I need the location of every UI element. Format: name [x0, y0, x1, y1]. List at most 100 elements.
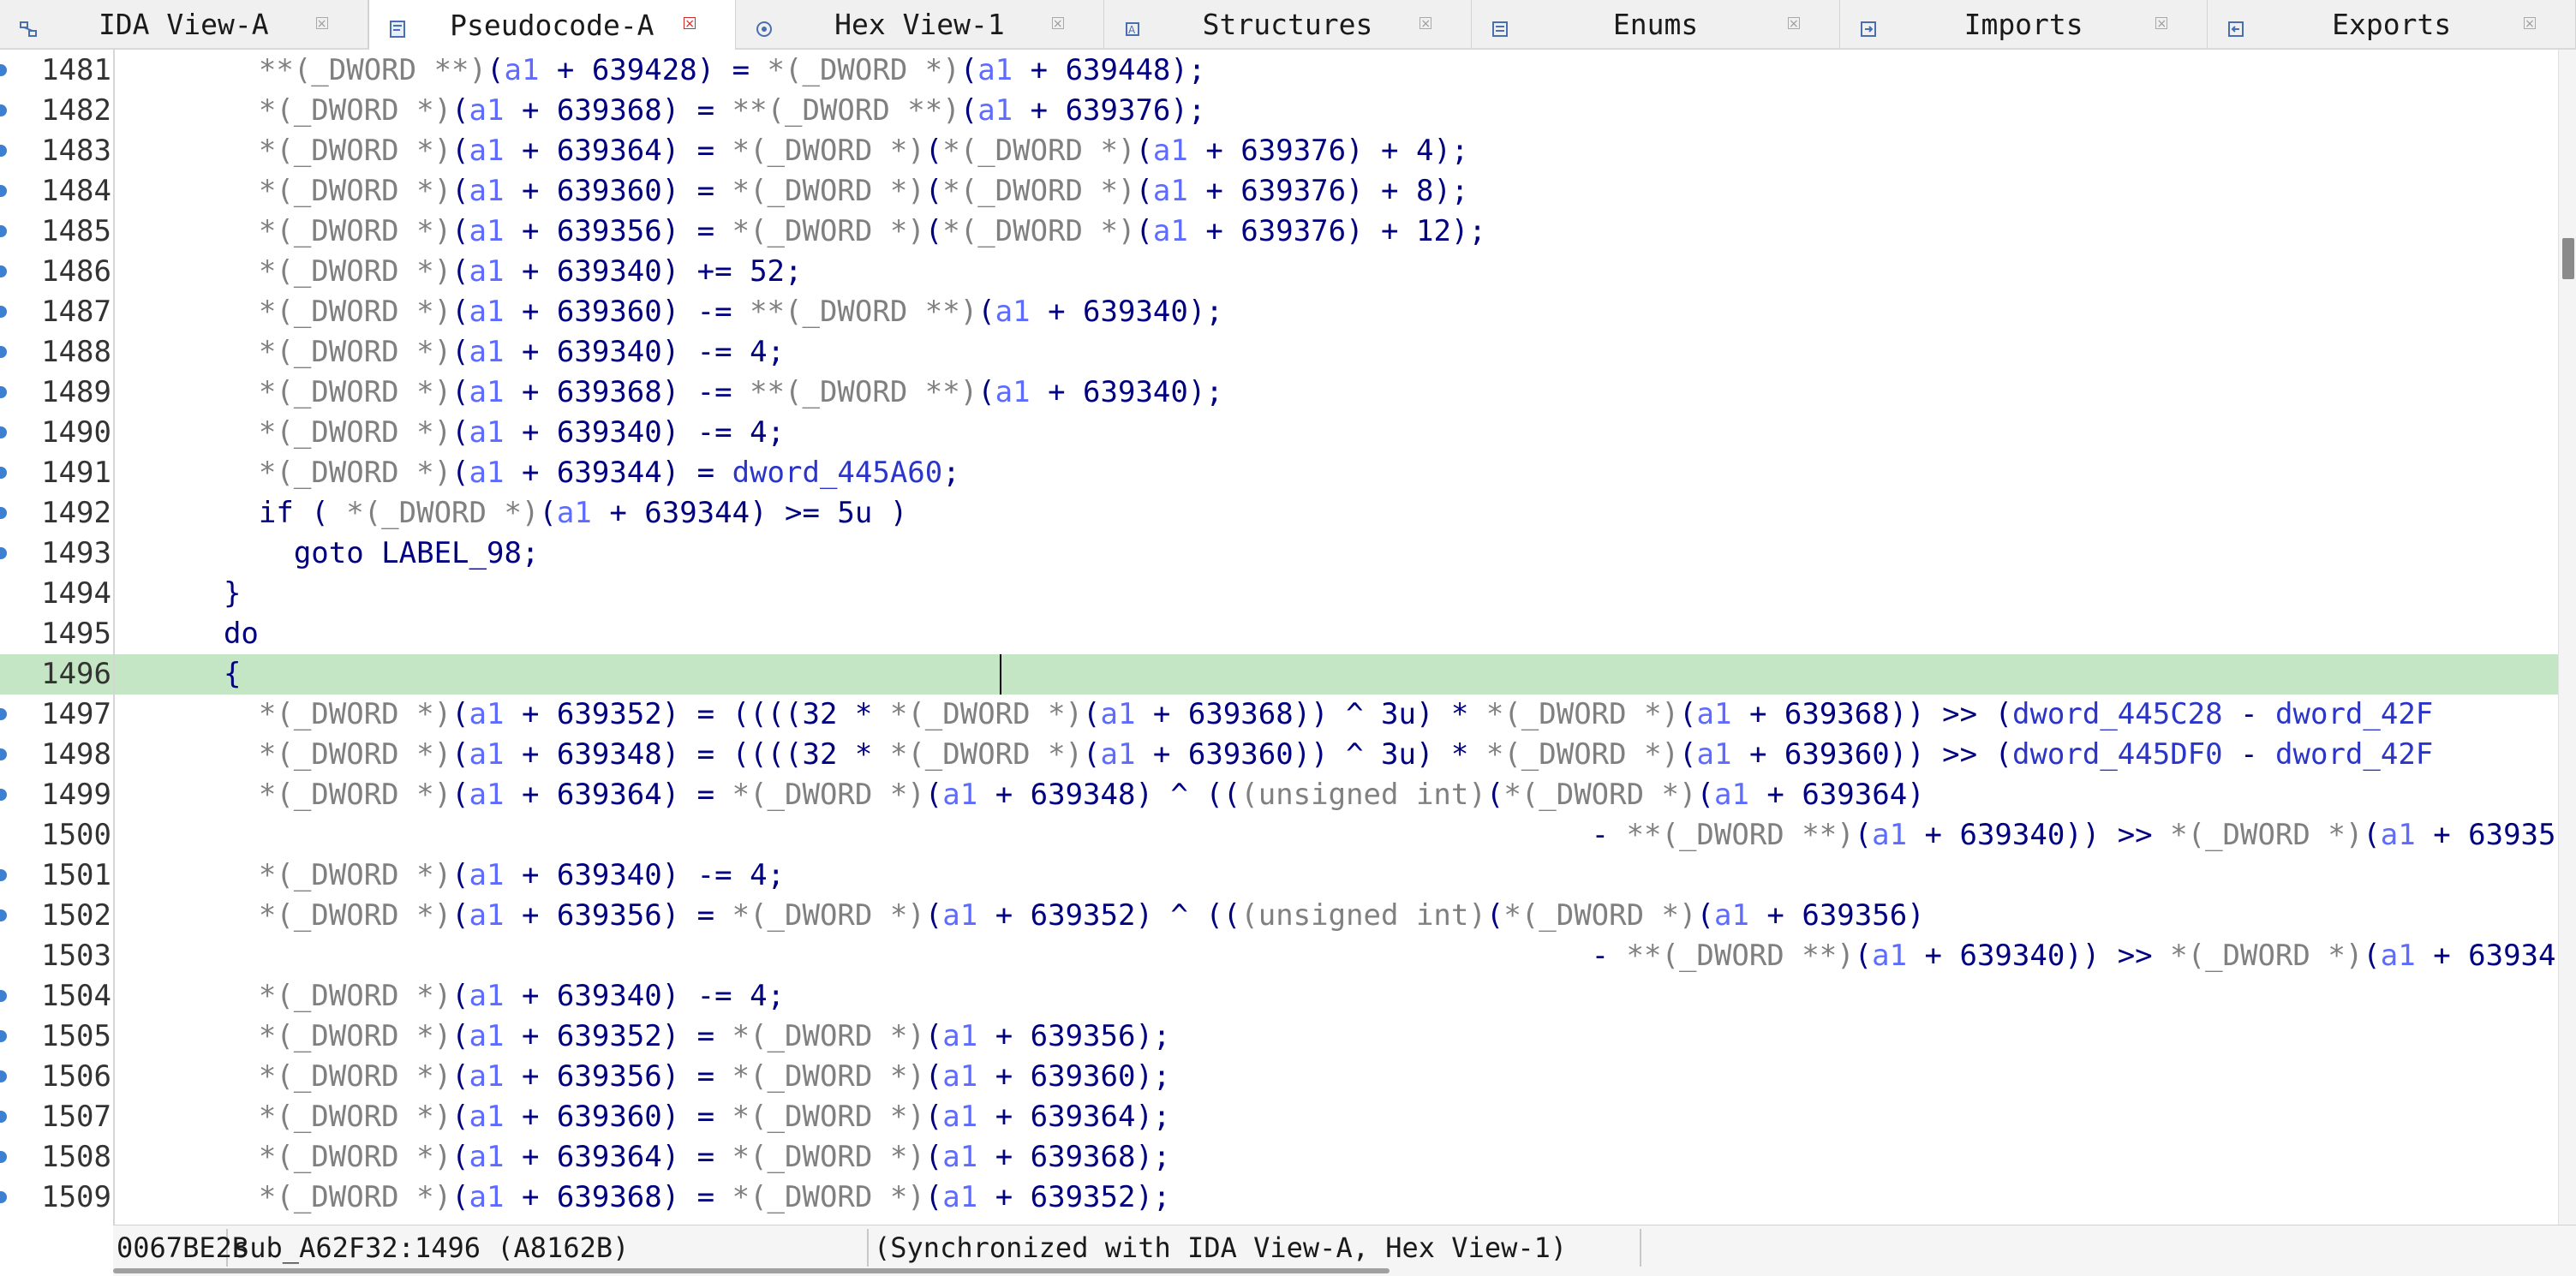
close-tab-icon[interactable]: × — [315, 17, 328, 30]
breakpoint-marker-icon[interactable] — [0, 507, 7, 519]
breakpoint-marker-icon[interactable] — [0, 1151, 7, 1163]
code-line[interactable]: 1502 *(_DWORD *)(a1 + 639356) = *(_DWORD… — [0, 896, 2558, 936]
code-line[interactable]: 1501 *(_DWORD *)(a1 + 639340) -= 4; — [0, 856, 2558, 896]
line-number: 1497 — [41, 697, 111, 731]
code-text: - **(_DWORD **)(a1 + 639340)) >> *(_DWOR… — [188, 818, 2556, 852]
enums-icon — [1491, 12, 1509, 37]
line-number: 1504 — [41, 979, 111, 1013]
line-number: 1481 — [41, 53, 111, 87]
code-line[interactable]: 1487 *(_DWORD *)(a1 + 639360) -= **(_DWO… — [0, 292, 2558, 332]
code-line[interactable]: 1491 *(_DWORD *)(a1 + 639344) = dword_44… — [0, 453, 2558, 493]
breakpoint-marker-icon[interactable] — [0, 467, 7, 479]
tab-label: Imports — [1963, 7, 2083, 41]
code-line[interactable]: 1497 *(_DWORD *)(a1 + 639352) = ((((32 *… — [0, 695, 2558, 735]
vertical-scrollbar-thumb[interactable] — [2562, 238, 2574, 279]
breakpoint-marker-icon[interactable] — [0, 748, 7, 760]
code-line[interactable]: 1499 *(_DWORD *)(a1 + 639364) = *(_DWORD… — [0, 775, 2558, 815]
code-line[interactable]: 1484 *(_DWORD *)(a1 + 639360) = *(_DWORD… — [0, 171, 2558, 212]
horizontal-scrollbar-thumb[interactable] — [113, 1268, 1390, 1273]
view-tab-bar: IDA View-A × Pseudocode-A × Hex View-1 × A Stru… — [0, 0, 2576, 50]
code-text: *(_DWORD *)(a1 + 639360) -= **(_DWORD **… — [258, 295, 1223, 329]
status-address: 0067BE2B — [113, 1229, 248, 1267]
breakpoint-marker-icon[interactable] — [0, 909, 7, 921]
breakpoint-marker-icon[interactable] — [0, 145, 7, 157]
close-tab-icon[interactable]: × — [2155, 17, 2168, 30]
line-number: 1499 — [41, 778, 111, 812]
line-number: 1500 — [41, 818, 111, 852]
breakpoint-marker-icon[interactable] — [0, 346, 7, 358]
code-line[interactable]: 1493 goto LABEL_98; — [0, 534, 2558, 574]
code-line[interactable]: 1498 *(_DWORD *)(a1 + 639348) = ((((32 *… — [0, 735, 2558, 775]
tab-hex-view-1[interactable]: Hex View-1 × — [736, 0, 1104, 48]
code-line[interactable]: 1507 *(_DWORD *)(a1 + 639360) = *(_DWORD… — [0, 1097, 2558, 1137]
code-line[interactable]: 1505 *(_DWORD *)(a1 + 639352) = *(_DWORD… — [0, 1017, 2558, 1057]
code-line[interactable]: 1488 *(_DWORD *)(a1 + 639340) -= 4; — [0, 332, 2558, 373]
line-number: 1502 — [41, 898, 111, 933]
code-line[interactable]: 1482 *(_DWORD *)(a1 + 639368) = **(_DWOR… — [0, 91, 2558, 131]
tab-imports[interactable]: Imports × — [1840, 0, 2208, 48]
tab-structures[interactable]: A Structures × — [1104, 0, 1473, 48]
line-number: 1487 — [41, 295, 111, 329]
breakpoint-marker-icon[interactable] — [0, 869, 7, 881]
code-text: *(_DWORD *)(a1 + 639364) = *(_DWORD *)(a… — [258, 1140, 1171, 1174]
code-line[interactable]: 1492 if ( *(_DWORD *)(a1 + 639344) >= 5u… — [0, 493, 2558, 534]
tab-enums[interactable]: Enums × — [1472, 0, 1840, 48]
code-line[interactable]: 1494 } — [0, 574, 2558, 614]
tab-pseudocode-a[interactable]: Pseudocode-A × — [368, 0, 737, 50]
breakpoint-marker-icon[interactable] — [0, 185, 7, 197]
line-number: 1495 — [41, 617, 111, 651]
breakpoint-marker-icon[interactable] — [0, 104, 7, 116]
breakpoint-marker-icon[interactable] — [0, 1111, 7, 1123]
code-text: if ( *(_DWORD *)(a1 + 639344) >= 5u ) — [188, 496, 908, 530]
breakpoint-marker-icon[interactable] — [0, 1070, 7, 1082]
code-text: *(_DWORD *)(a1 + 639360) = *(_DWORD *)(*… — [258, 174, 1469, 208]
code-text: *(_DWORD *)(a1 + 639360) = *(_DWORD *)(a… — [258, 1100, 1171, 1134]
breakpoint-marker-icon[interactable] — [0, 1030, 7, 1042]
breakpoint-marker-icon[interactable] — [0, 708, 7, 720]
breakpoint-marker-icon[interactable] — [0, 306, 7, 318]
code-line[interactable]: 1506 *(_DWORD *)(a1 + 639356) = *(_DWORD… — [0, 1057, 2558, 1097]
breakpoint-marker-icon[interactable] — [0, 789, 7, 801]
code-line[interactable]: 1508 *(_DWORD *)(a1 + 639364) = *(_DWORD… — [0, 1137, 2558, 1178]
breakpoint-marker-icon[interactable] — [0, 547, 7, 559]
tab-label: Pseudocode-A — [450, 8, 654, 42]
close-tab-icon[interactable]: × — [1051, 17, 1064, 30]
current-code-line[interactable]: 1496 { — [0, 654, 2558, 695]
code-line[interactable]: 1495 do — [0, 614, 2558, 654]
line-number: 1482 — [41, 93, 111, 128]
close-tab-icon[interactable]: × — [1419, 17, 1432, 30]
pseudocode-view[interactable]: 1481 **(_DWORD **)(a1 + 639428) = *(_DWO… — [0, 50, 2558, 1225]
tab-label: Enums — [1612, 7, 1699, 41]
code-line[interactable]: 1490 *(_DWORD *)(a1 + 639340) -= 4; — [0, 413, 2558, 453]
status-sync: (Synchronized with IDA View-A, Hex View-… — [870, 1229, 1641, 1267]
breakpoint-marker-icon[interactable] — [0, 64, 7, 76]
breakpoint-marker-icon[interactable] — [0, 990, 7, 1002]
line-number: 1484 — [41, 174, 111, 208]
breakpoint-marker-icon[interactable] — [0, 426, 7, 438]
line-number: 1483 — [41, 134, 111, 168]
code-line[interactable]: 1485 *(_DWORD *)(a1 + 639356) = *(_DWORD… — [0, 212, 2558, 252]
breakpoint-marker-icon[interactable] — [0, 265, 7, 277]
code-line[interactable]: 1483 *(_DWORD *)(a1 + 639364) = *(_DWORD… — [0, 131, 2558, 171]
tab-label: Exports — [2332, 7, 2452, 41]
vertical-scrollbar[interactable] — [2558, 50, 2576, 1225]
breakpoint-marker-icon[interactable] — [0, 1191, 7, 1203]
code-line[interactable]: 1481 **(_DWORD **)(a1 + 639428) = *(_DWO… — [0, 51, 2558, 91]
breakpoint-marker-icon[interactable] — [0, 386, 7, 398]
code-line[interactable]: 1503 - **(_DWORD **)(a1 + 639340)) >> *(… — [0, 936, 2558, 976]
tab-ida-view-a[interactable]: IDA View-A × — [0, 0, 368, 48]
tab-label: Structures — [1202, 7, 1373, 41]
line-number: 1505 — [41, 1019, 111, 1053]
close-tab-icon[interactable]: × — [2523, 17, 2536, 30]
code-line[interactable]: 1489 *(_DWORD *)(a1 + 639368) -= **(_DWO… — [0, 373, 2558, 413]
code-text: *(_DWORD *)(a1 + 639340) -= 4; — [258, 415, 786, 450]
breakpoint-marker-icon[interactable] — [0, 225, 7, 237]
exports-icon — [2226, 12, 2245, 37]
close-tab-icon[interactable]: × — [1787, 17, 1800, 30]
code-line[interactable]: 1486 *(_DWORD *)(a1 + 639340) += 52; — [0, 252, 2558, 292]
close-tab-icon[interactable]: × — [684, 17, 696, 30]
code-line[interactable]: 1504 *(_DWORD *)(a1 + 639340) -= 4; — [0, 976, 2558, 1017]
code-line[interactable]: 1500 - **(_DWORD **)(a1 + 639340)) >> *(… — [0, 815, 2558, 856]
code-line[interactable]: 1509 *(_DWORD *)(a1 + 639368) = *(_DWORD… — [0, 1178, 2558, 1218]
tab-exports[interactable]: Exports × — [2208, 0, 2576, 48]
